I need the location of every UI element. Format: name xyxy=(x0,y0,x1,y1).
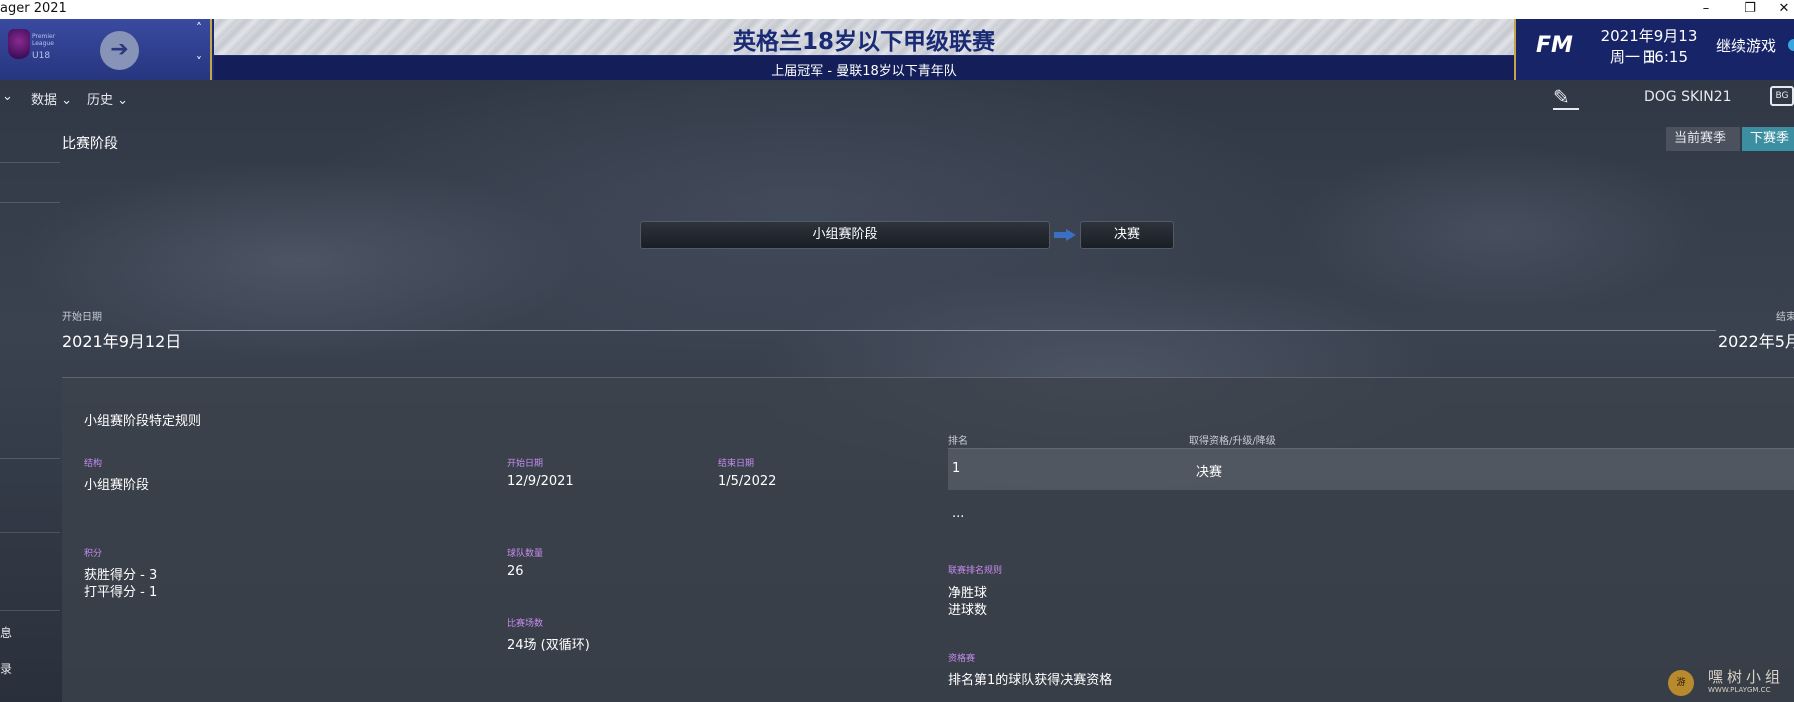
title-banner: 英格兰18岁以下甲级联赛 ? 🎙 xyxy=(214,19,1692,56)
qualify-label: 资格赛 xyxy=(948,654,976,664)
premier-league-logo-icon xyxy=(8,29,30,59)
matches-label: 比赛场数 xyxy=(507,619,544,629)
chevron-down-icon[interactable]: ˅ xyxy=(196,55,202,69)
table-more: ... xyxy=(952,506,965,521)
rules-panel xyxy=(62,377,1794,702)
window-title: ager 2021 xyxy=(0,1,67,16)
end-date-label: 结束 xyxy=(1776,312,1794,323)
matches-value: 24场 (双循环) xyxy=(507,638,590,653)
rail-divider xyxy=(0,202,60,203)
chevron-up-icon[interactable]: ˄ xyxy=(196,21,202,35)
top-header: Premier League U18 ➔ ˄ ˅ 英格兰18岁以下甲级联赛 ? … xyxy=(0,19,1794,80)
minimize-icon[interactable]: – xyxy=(1686,0,1726,19)
qualification-column-header: 取得资格/升级/降级 xyxy=(1189,436,1276,447)
skin-label: DOG SKIN21 xyxy=(1644,89,1732,105)
watermark: 游 嘿树小组 WWW.PLAYGM.CC xyxy=(1668,664,1794,702)
page-subtitle: 上届冠军 - 曼联18岁以下青年队 xyxy=(771,64,957,79)
stage-group-button[interactable]: 小组赛阶段 xyxy=(640,221,1050,249)
next-season-button[interactable]: 下赛季 xyxy=(1742,127,1794,151)
fm-logo: FM xyxy=(1536,33,1573,58)
qualification-table-header: 排名 取得资格/升级/降级 xyxy=(948,430,1794,447)
teams-label: 球队数量 xyxy=(507,549,544,559)
rule-end-value: 1/5/2022 xyxy=(718,474,777,489)
rail-divider xyxy=(0,458,60,459)
row-qualification: 决赛 xyxy=(1196,465,1223,480)
tiebreak-goals-scored: 进球数 xyxy=(948,603,988,618)
section-title: 比赛阶段 xyxy=(62,136,118,152)
watermark-logo-icon: 游 xyxy=(1668,670,1694,696)
timeline-line xyxy=(170,330,1716,331)
close-icon[interactable]: ✕ xyxy=(1774,0,1794,19)
watermark-url: WWW.PLAYGM.CC xyxy=(1708,686,1771,694)
qualify-value: 排名第1的球队获得决赛资格 xyxy=(948,673,1113,688)
edit-pencil-icon[interactable]: ✎ xyxy=(1553,85,1570,109)
structure-value: 小组赛阶段 xyxy=(84,478,150,493)
watermark-text: 嘿树小组 xyxy=(1708,668,1785,686)
current-time: 周一 16:15 xyxy=(1610,48,1688,66)
rank-column-header: 排名 xyxy=(948,436,968,447)
club-sub-label: U18 xyxy=(32,51,51,61)
subtitle-bar: 上届冠军 - 曼联18岁以下青年队 xyxy=(214,56,1514,80)
rail-item[interactable]: 息 xyxy=(0,624,12,641)
skin-settings-icon[interactable]: BG xyxy=(1770,86,1794,106)
subnav-chevron-icon[interactable]: ⌄ xyxy=(2,89,13,104)
current-season-button[interactable]: 当前赛季 xyxy=(1666,127,1740,151)
maximize-icon[interactable]: ❐ xyxy=(1730,0,1770,19)
rail-divider xyxy=(0,162,60,163)
rule-end-label: 结束日期 xyxy=(718,459,755,469)
rules-title: 小组赛阶段特定规则 xyxy=(84,414,202,429)
end-date-value: 2022年5月 xyxy=(1718,332,1794,351)
tiebreak-label: 联赛排名规则 xyxy=(948,566,1003,576)
date-panel: FM 2021年9月13日 周一 16:15 继续游戏 xyxy=(1514,19,1794,80)
stage-arrow-icon xyxy=(1054,229,1076,241)
window-titlebar: ager 2021 – ❐ ✕ xyxy=(0,0,1794,19)
continue-indicator-icon[interactable] xyxy=(1788,39,1794,51)
rule-start-label: 开始日期 xyxy=(507,459,544,469)
start-date-value: 2021年9月12日 xyxy=(62,332,182,351)
club-panel[interactable]: Premier League U18 ➔ ˄ ˅ xyxy=(0,19,212,80)
stage-final-button[interactable]: 决赛 xyxy=(1080,221,1174,249)
continue-button[interactable]: 继续游戏 xyxy=(1716,35,1776,56)
page-title: 英格兰18岁以下甲级联赛 xyxy=(732,29,995,55)
rail-divider xyxy=(0,532,60,533)
teams-value: 26 xyxy=(507,564,524,579)
structure-label: 结构 xyxy=(84,459,103,469)
rail-divider xyxy=(0,610,60,611)
points-draw: 打平得分 - 1 xyxy=(84,585,158,600)
club-logo-text: Premier League xyxy=(32,33,56,47)
table-row[interactable]: 1 决赛 xyxy=(948,448,1794,490)
points-label: 积分 xyxy=(84,549,103,559)
forward-arrow-icon[interactable]: ➔ xyxy=(100,31,139,70)
subnav-item-history[interactable]: 历史 ⌄ xyxy=(87,89,128,108)
subnav-item-data[interactable]: 数据 ⌄ xyxy=(31,89,72,108)
rule-start-value: 12/9/2021 xyxy=(507,474,574,489)
start-date-label: 开始日期 xyxy=(62,312,102,323)
edit-underline xyxy=(1553,108,1579,110)
row-rank: 1 xyxy=(952,461,961,476)
rail-item[interactable]: 录 xyxy=(0,660,12,677)
